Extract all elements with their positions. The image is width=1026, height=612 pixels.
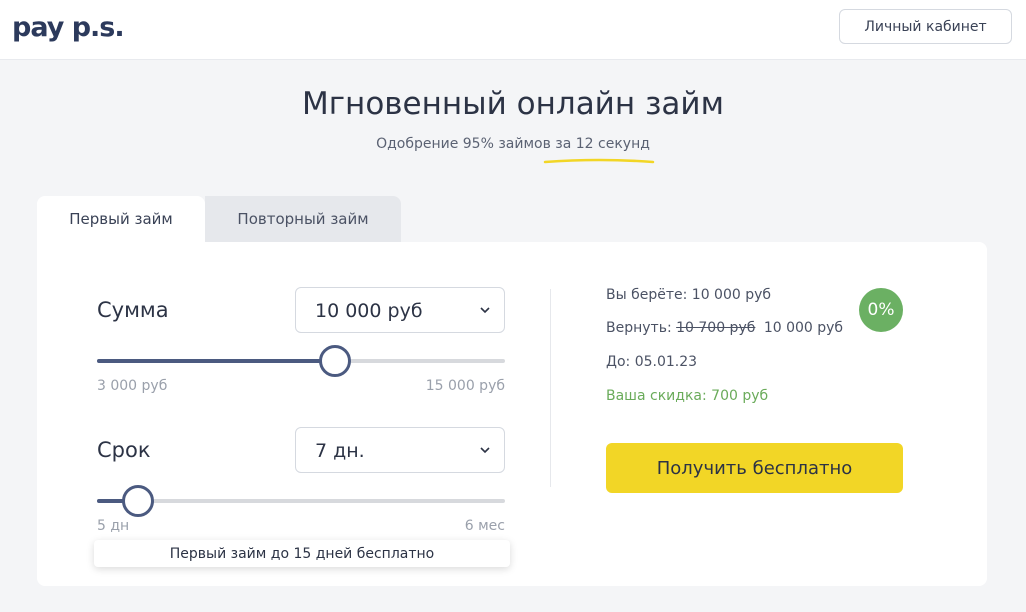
subtitle-underline	[543, 158, 655, 164]
chevron-down-icon	[480, 447, 490, 454]
amount-select-value: 10 000 руб	[315, 300, 423, 322]
chevron-down-icon	[480, 307, 490, 314]
take-value: 10 000 руб	[691, 287, 772, 303]
first-loan-free-note: Первый займ до 15 дней бесплатно	[94, 540, 510, 567]
term-min-label: 5 дн	[97, 518, 130, 534]
amount-slider-handle[interactable]	[319, 345, 351, 377]
take-amount-row: Вы берёте: 10 000 руб	[606, 287, 771, 303]
discount-value: 700 руб	[711, 388, 769, 404]
until-label: До:	[606, 354, 631, 370]
loan-calculator-card	[37, 242, 987, 586]
tab-first-loan[interactable]: Первый займ	[37, 196, 205, 242]
term-slider-track[interactable]	[97, 499, 505, 503]
site-header: pay p.s. Личный кабинет	[0, 0, 1026, 60]
amount-max-label: 15 000 руб	[425, 378, 505, 394]
amount-min-label: 3 000 руб	[97, 378, 168, 394]
return-amount-row: Вернуть: 10 700 руб 10 000 руб	[606, 320, 843, 336]
rate-badge: 0%	[859, 288, 903, 332]
personal-account-button[interactable]: Личный кабинет	[839, 9, 1012, 44]
amount-label: Сумма	[97, 298, 169, 322]
logo[interactable]: pay p.s.	[12, 12, 125, 43]
return-new-value: 10 000 руб	[763, 320, 844, 336]
tab-repeat-loan[interactable]: Повторный займ	[205, 196, 401, 242]
term-select[interactable]: 7 дн.	[295, 427, 505, 473]
term-slider-handle[interactable]	[121, 485, 154, 517]
column-divider	[550, 289, 551, 487]
page-subtitle: Одобрение 95% займов за 12 секунд	[376, 136, 650, 152]
page-title: Мгновенный онлайн займ	[302, 86, 724, 122]
amount-slider-track[interactable]	[97, 359, 505, 363]
amount-slider-fill	[97, 359, 335, 363]
term-select-value: 7 дн.	[315, 440, 365, 462]
amount-select[interactable]: 10 000 руб	[295, 287, 505, 333]
term-max-label: 6 мес	[464, 518, 505, 534]
take-label: Вы берёте:	[606, 287, 688, 303]
discount-row: Ваша скидка: 700 руб	[606, 388, 768, 404]
due-date-row: До: 05.01.23	[606, 354, 697, 370]
until-value: 05.01.23	[634, 354, 698, 370]
get-free-button[interactable]: Получить бесплатно	[606, 443, 903, 493]
discount-label: Ваша скидка:	[606, 388, 707, 404]
return-old-value: 10 700 руб	[676, 320, 756, 336]
return-label: Вернуть:	[606, 320, 672, 336]
term-label: Срок	[97, 438, 151, 462]
